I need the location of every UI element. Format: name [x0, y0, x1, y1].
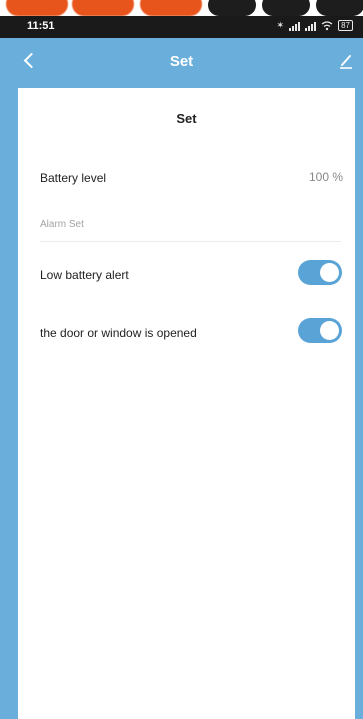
wifi-icon — [321, 20, 333, 30]
battery-icon: 87 — [338, 20, 353, 31]
section-divider — [40, 241, 341, 242]
status-time: 11:51 — [27, 20, 55, 32]
battery-level-value: 100 % — [308, 170, 343, 184]
toggle-knob — [320, 321, 339, 340]
left-border — [0, 88, 18, 719]
signal-icon-2 — [305, 21, 317, 31]
low-battery-alert-label: Low battery alert — [40, 268, 129, 282]
status-bar: 11:51 ✶ 87 — [0, 16, 363, 38]
app-header: Set — [0, 38, 363, 88]
card-title: Set — [176, 111, 197, 126]
door-window-opened-label: the door or window is opened — [40, 326, 197, 340]
edit-pencil-icon[interactable] — [339, 52, 353, 70]
signal-icon — [289, 21, 301, 31]
bluetooth-icon: ✶ — [276, 20, 285, 30]
door-window-opened-toggle[interactable] — [298, 318, 342, 343]
page-title: Set — [169, 53, 194, 70]
battery-level-label: Battery level — [40, 171, 107, 185]
settings-card: Set Battery level 100 % Alarm Set Low ba… — [18, 88, 355, 719]
toggle-knob — [320, 263, 339, 282]
alarm-section-label: Alarm Set — [40, 219, 84, 230]
low-battery-alert-toggle[interactable] — [298, 260, 342, 285]
top-overlay — [0, 0, 363, 16]
right-border — [355, 88, 363, 719]
